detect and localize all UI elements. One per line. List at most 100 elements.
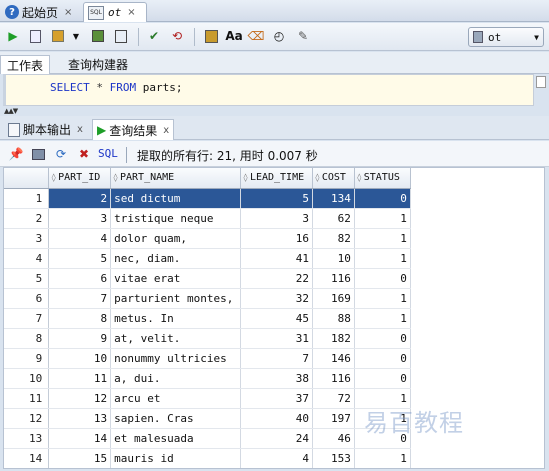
cell-status[interactable]: 1	[354, 288, 411, 309]
refresh-icon[interactable]: ⟳	[53, 146, 69, 162]
table-row[interactable]: 3 4 dolor quam, 16 82 1	[4, 228, 544, 249]
cell-cost[interactable]: 62	[312, 208, 355, 229]
cell-part-name[interactable]: nonummy ultricies	[110, 348, 242, 369]
cell-lead-time[interactable]: 38	[240, 368, 314, 389]
row-number[interactable]: 5	[4, 268, 50, 289]
close-icon[interactable]: ×	[64, 7, 72, 18]
cell-lead-time[interactable]: 31	[240, 328, 314, 349]
results-grid[interactable]: ◊ PART_ID ◊ PART_NAME ◊ LEAD_TIME ◊ COST ◊ ST…	[3, 167, 545, 469]
text-case-icon[interactable]: Aa	[225, 28, 242, 44]
splitter-arrows-icon[interactable]: ▲▲▼	[4, 107, 18, 115]
cell-status[interactable]: 0	[354, 428, 411, 449]
cell-lead-time[interactable]: 5	[240, 188, 314, 209]
cell-part-name[interactable]: parturient montes,	[110, 288, 242, 309]
table-row[interactable]: 14 15 mauris id 4 153 1	[4, 448, 544, 468]
cell-lead-time[interactable]: 45	[240, 308, 314, 329]
row-number[interactable]: 1	[4, 188, 50, 209]
cell-status[interactable]: 1	[354, 228, 411, 249]
cell-status[interactable]: 0	[354, 188, 411, 209]
cell-part-name[interactable]: nec, diam.	[110, 248, 242, 269]
close-icon[interactable]: x	[163, 125, 169, 136]
monitor-sql-icon[interactable]: ◴	[271, 28, 287, 44]
column-header-status[interactable]: ◊ STATUS	[354, 168, 411, 189]
column-header-lead-time[interactable]: ◊ LEAD_TIME	[240, 168, 314, 189]
row-number[interactable]: 14	[4, 448, 50, 468]
cell-part-id[interactable]: 11	[48, 368, 112, 389]
tab-worksheet[interactable]: 工作表	[0, 55, 51, 74]
cell-cost[interactable]: 153	[312, 448, 355, 468]
table-row[interactable]: 6 7 parturient montes, 32 169 1	[4, 288, 544, 309]
row-number[interactable]: 4	[4, 248, 50, 269]
cell-cost[interactable]: 146	[312, 348, 355, 369]
cell-status[interactable]: 0	[354, 328, 411, 349]
cell-part-id[interactable]: 2	[48, 188, 112, 209]
row-number[interactable]: 9	[4, 348, 50, 369]
table-row[interactable]: 11 12 arcu et 37 72 1	[4, 388, 544, 409]
cancel-query-icon[interactable]: ✖	[76, 146, 92, 162]
sql-link[interactable]: SQL	[98, 147, 118, 160]
editor-scrollbar[interactable]	[536, 76, 546, 88]
row-number[interactable]: 11	[4, 388, 50, 409]
row-number[interactable]: 6	[4, 288, 50, 309]
cell-cost[interactable]: 116	[312, 368, 355, 389]
cell-part-id[interactable]: 7	[48, 288, 112, 309]
table-row[interactable]: 9 10 nonummy ultricies 7 146 0	[4, 348, 544, 369]
cell-status[interactable]: 0	[354, 268, 411, 289]
eraser-icon[interactable]: ⌫	[248, 28, 265, 44]
cell-lead-time[interactable]: 7	[240, 348, 314, 369]
column-header-part-name[interactable]: ◊ PART_NAME	[110, 168, 242, 189]
tab-ot-worksheet[interactable]: SQL ot ×	[83, 2, 147, 22]
sql-history-icon[interactable]	[203, 28, 219, 44]
cell-cost[interactable]: 10	[312, 248, 355, 269]
cell-part-id[interactable]: 12	[48, 388, 112, 409]
cell-status[interactable]: 1	[354, 308, 411, 329]
cell-lead-time[interactable]: 41	[240, 248, 314, 269]
row-number[interactable]: 2	[4, 208, 50, 229]
table-row[interactable]: 8 9 at, velit. 31 182 0	[4, 328, 544, 349]
cell-part-name[interactable]: sed dictum	[110, 188, 242, 209]
sql-editor[interactable]: SELECT * FROM parts;	[3, 74, 534, 106]
close-icon[interactable]: x	[77, 124, 83, 135]
table-row[interactable]: 2 3 tristique neque 3 62 1	[4, 208, 544, 229]
print-icon[interactable]	[30, 146, 46, 162]
table-row[interactable]: 1 2 sed dictum 5 134 0	[4, 188, 544, 209]
row-number[interactable]: 13	[4, 428, 50, 449]
row-number[interactable]: 10	[4, 368, 50, 389]
commit-icon[interactable]: ✔	[146, 28, 162, 44]
cell-part-id[interactable]: 8	[48, 308, 112, 329]
cell-cost[interactable]: 88	[312, 308, 355, 329]
cell-status[interactable]: 1	[354, 448, 411, 468]
cell-cost[interactable]: 182	[312, 328, 355, 349]
row-number[interactable]: 8	[4, 328, 50, 349]
sql-tuning-icon[interactable]	[113, 28, 129, 44]
tab-query-result[interactable]: ▶ 查询结果 x	[92, 119, 175, 140]
table-row[interactable]: 5 6 vitae erat 22 116 0	[4, 268, 544, 289]
connection-select[interactable]: ot ▼	[468, 27, 544, 47]
tab-script-output[interactable]: 脚本输出 x	[4, 119, 87, 140]
cell-cost[interactable]: 82	[312, 228, 355, 249]
run-script-icon[interactable]	[27, 28, 43, 44]
cell-lead-time[interactable]: 40	[240, 408, 314, 429]
run-statement-icon[interactable]: ▶	[5, 28, 21, 44]
table-row[interactable]: 10 11 a, dui. 38 116 0	[4, 368, 544, 389]
cell-part-id[interactable]: 10	[48, 348, 112, 369]
cell-part-id[interactable]: 6	[48, 268, 112, 289]
cell-lead-time[interactable]: 16	[240, 228, 314, 249]
cell-part-id[interactable]: 14	[48, 428, 112, 449]
cell-lead-time[interactable]: 4	[240, 448, 314, 468]
cell-status[interactable]: 1	[354, 388, 411, 409]
autotrace-icon[interactable]	[50, 28, 66, 44]
cell-part-id[interactable]: 4	[48, 228, 112, 249]
cell-lead-time[interactable]: 24	[240, 428, 314, 449]
cell-part-name[interactable]: a, dui.	[110, 368, 242, 389]
row-number[interactable]: 3	[4, 228, 50, 249]
cell-part-name[interactable]: dolor quam,	[110, 228, 242, 249]
cell-part-name[interactable]: tristique neque	[110, 208, 242, 229]
cell-lead-time[interactable]: 3	[240, 208, 314, 229]
cell-part-id[interactable]: 15	[48, 448, 112, 468]
tab-query-builder[interactable]: 查询构建器	[62, 55, 134, 74]
cell-part-name[interactable]: et malesuada	[110, 428, 242, 449]
close-icon[interactable]: ×	[127, 7, 135, 18]
pin-icon[interactable]: 📌	[8, 146, 24, 162]
cell-part-id[interactable]: 9	[48, 328, 112, 349]
